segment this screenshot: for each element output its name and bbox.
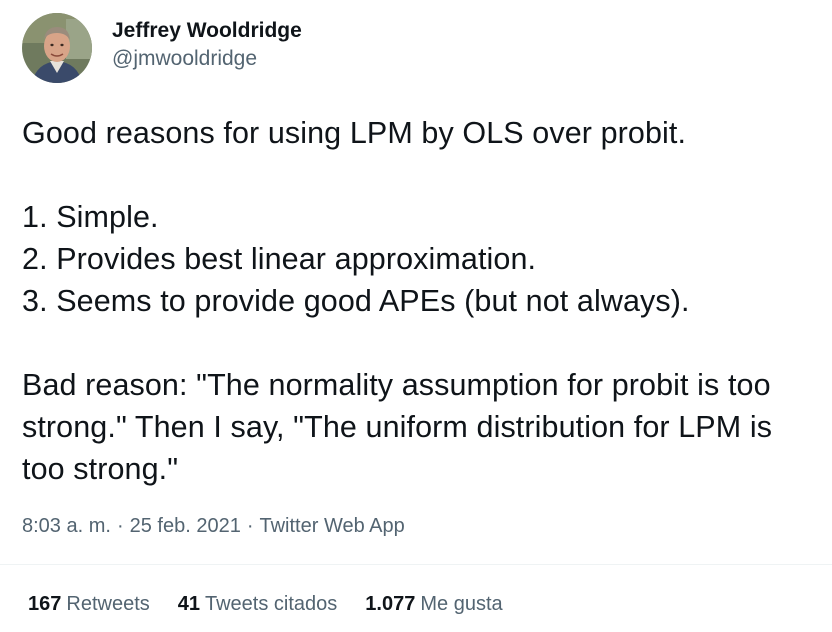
retweets-label: Retweets	[66, 593, 150, 615]
meta-separator: ·	[116, 515, 124, 537]
likes-count: 1.077	[365, 593, 416, 615]
tweet-text: Good reasons for using LPM by OLS over p…	[22, 116, 773, 486]
tweet-header: Jeffrey Wooldridge @jmwooldridge	[22, 12, 302, 84]
tweet-source[interactable]: Twitter Web App	[260, 512, 405, 540]
meta-separator: ·	[246, 515, 254, 537]
tweet-time[interactable]: 8:03 a. m.	[22, 512, 111, 540]
quote-tweets-label: Tweets citados	[205, 593, 338, 615]
avatar[interactable]	[22, 13, 92, 83]
avatar-photo	[22, 13, 92, 83]
author-names: Jeffrey Wooldridge @jmwooldridge	[112, 17, 302, 73]
author-handle[interactable]: @jmwooldridge	[112, 45, 302, 73]
author-display-name[interactable]: Jeffrey Wooldridge	[112, 17, 302, 45]
quote-tweets-stat[interactable]: 41 Tweets citados	[178, 590, 338, 618]
likes-label: Me gusta	[420, 593, 503, 615]
retweets-count: 167	[28, 593, 62, 615]
tweet-card: Jeffrey Wooldridge @jmwooldridge Good re…	[0, 0, 832, 632]
tweet-meta: 8:03 a. m. · 25 feb. 2021 · Twitter Web …	[22, 512, 405, 540]
retweets-stat[interactable]: 167 Retweets	[28, 590, 150, 618]
quote-tweets-count: 41	[177, 593, 200, 615]
tweet-date[interactable]: 25 feb. 2021	[130, 512, 241, 540]
tweet-stats: 167 Retweets 41 Tweets citados 1.077 Me gus…	[28, 590, 503, 618]
divider	[0, 564, 832, 565]
likes-stat[interactable]: 1.077 Me gusta	[365, 590, 502, 618]
